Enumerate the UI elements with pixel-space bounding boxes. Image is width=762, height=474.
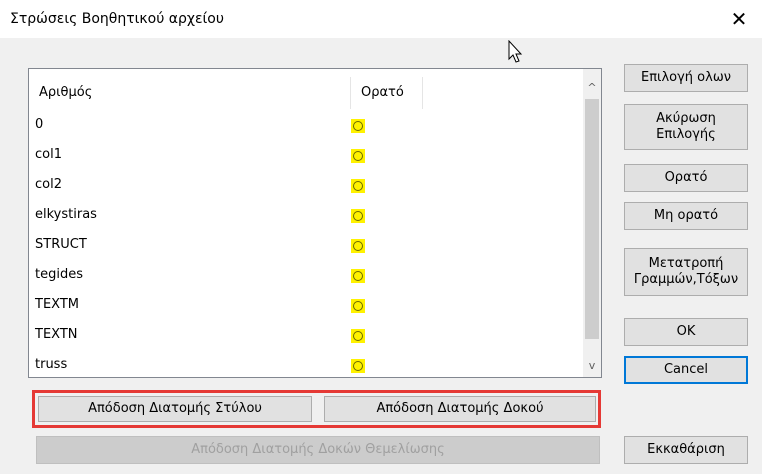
visible-bulb-icon[interactable] (351, 269, 365, 283)
scroll-down-icon[interactable]: v (583, 357, 601, 375)
column-header-number[interactable]: Αριθμός (29, 77, 351, 109)
vertical-scrollbar[interactable]: ^ v (583, 69, 601, 377)
layer-name: elkystiras (35, 207, 97, 222)
cancel-selection-button[interactable]: Ακύρωση Επιλογής (624, 104, 748, 150)
visible-bulb-icon[interactable] (351, 359, 365, 373)
list-item[interactable]: truss (29, 351, 584, 377)
visible-button[interactable]: Ορατό (624, 164, 748, 192)
clear-button[interactable]: Εκκαθάριση (624, 436, 748, 464)
column-header-visible[interactable]: Ορατό (351, 77, 423, 109)
layer-name: tegides (35, 267, 83, 282)
convert-lines-arcs-button[interactable]: Μετατροπή Γραμμών,Τόξων (624, 248, 748, 296)
list-item[interactable]: elkystiras (29, 201, 584, 231)
layer-name: TEXTN (35, 327, 78, 342)
scroll-up-icon[interactable]: ^ (583, 79, 601, 97)
not-visible-button[interactable]: Μη ορατό (624, 202, 748, 230)
dialog-title: Στρώσεις Βοηθητικού αρχείου (10, 11, 224, 27)
list-header: Αριθμός Ορατό (29, 69, 584, 109)
list-item[interactable]: tegides (29, 261, 584, 291)
mouse-cursor-icon (508, 40, 523, 63)
list-item[interactable]: col2 (29, 171, 584, 201)
close-icon[interactable]: ✕ (724, 4, 754, 34)
layers-list[interactable]: Αριθμός Ορατό 0 col1 col2 elkystiras STR… (28, 68, 602, 378)
layer-name: TEXTM (35, 297, 79, 312)
list-item[interactable]: 0 (29, 111, 584, 141)
scrollbar-thumb[interactable] (585, 99, 599, 339)
layer-name: col2 (35, 177, 62, 192)
visible-bulb-icon[interactable] (351, 119, 365, 133)
assign-foundation-beam-section-button: Απόδοση Διατομής Δοκών Θεμελίωσης (36, 436, 600, 464)
cancel-button[interactable]: Cancel (624, 356, 748, 384)
layer-name: col1 (35, 147, 62, 162)
list-item[interactable]: col1 (29, 141, 584, 171)
select-all-button[interactable]: Επιλογή ολων (624, 64, 748, 92)
visible-bulb-icon[interactable] (351, 149, 365, 163)
visible-bulb-icon[interactable] (351, 179, 365, 193)
visible-bulb-icon[interactable] (351, 299, 365, 313)
list-item[interactable]: TEXTN (29, 321, 584, 351)
layer-name: STRUCT (35, 237, 87, 252)
visible-bulb-icon[interactable] (351, 209, 365, 223)
layers-dialog: Στρώσεις Βοηθητικού αρχείου ✕ Αριθμός Ορ… (0, 0, 762, 474)
list-item[interactable]: STRUCT (29, 231, 584, 261)
assign-beam-section-button[interactable]: Απόδοση Διατομής Δοκού (324, 396, 596, 422)
ok-button[interactable]: OK (624, 318, 748, 346)
visible-bulb-icon[interactable] (351, 329, 365, 343)
layer-name: 0 (35, 117, 44, 132)
list-item[interactable]: TEXTM (29, 291, 584, 321)
visible-bulb-icon[interactable] (351, 239, 365, 253)
layer-name: truss (35, 357, 68, 372)
assign-column-section-button[interactable]: Απόδοση Διατομής Στύλου (38, 396, 312, 422)
title-bar: Στρώσεις Βοηθητικού αρχείου ✕ (0, 0, 762, 38)
